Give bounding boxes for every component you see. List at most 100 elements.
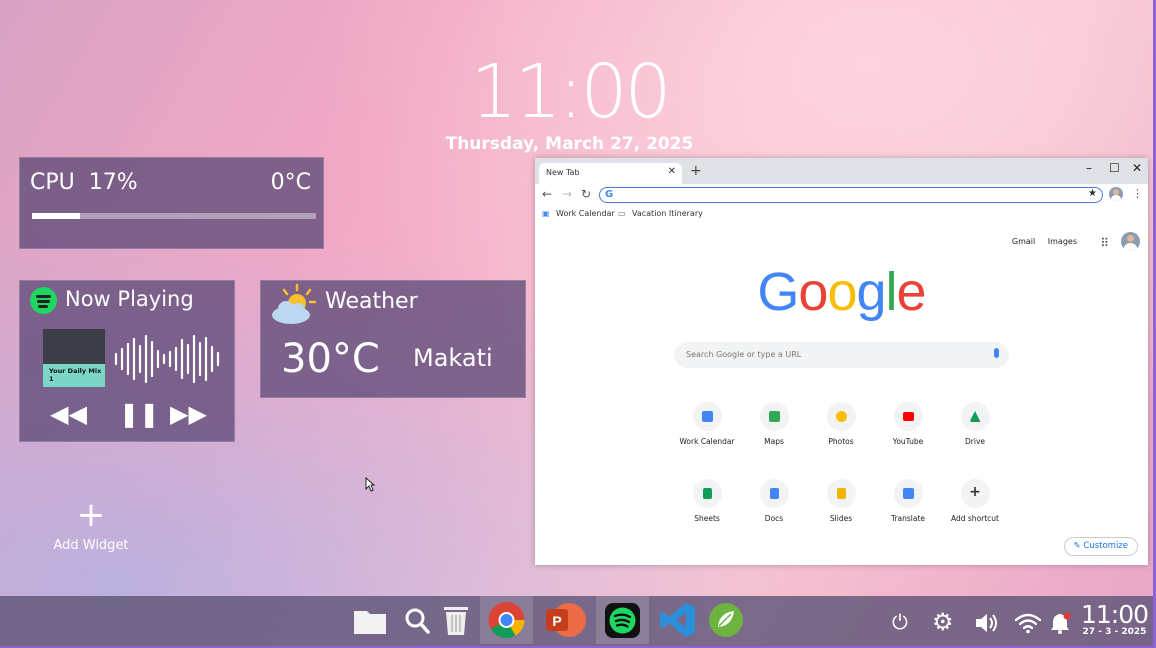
taskbar-clock[interactable]: 11:00 27 - 3 - 2025 [1080, 600, 1149, 637]
chrome-window[interactable]: New Tab ✕ + – ☐ ✕ ← → ↻ G ★ ⋮ ▣ Work Cal… [535, 158, 1148, 565]
close-window-button[interactable]: ✕ [1132, 161, 1142, 175]
shortcut-docs[interactable]: Docs [739, 479, 809, 523]
now-playing-widget[interactable]: Now Playing Your Daily Mix 1 ◀◀ ❚❚ ▶▶ [19, 280, 235, 442]
power-icon[interactable]: ⏻ [892, 610, 908, 634]
bookmark-work-calendar[interactable]: Work Calendar [556, 209, 615, 218]
profile-avatar[interactable] [1109, 187, 1123, 201]
search-placeholder: Search Google or type a URL [686, 350, 802, 359]
mouse-cursor-icon [365, 477, 375, 492]
weather-city: Makati [413, 344, 493, 372]
forward-button[interactable]: → [562, 187, 572, 201]
address-bar[interactable]: G ★ [599, 187, 1103, 203]
plus-icon: + [76, 495, 106, 535]
spring-icon[interactable] [705, 596, 747, 644]
weather-widget[interactable]: Weather 30°C Makati [260, 280, 526, 398]
shortcut-label: Slides [829, 514, 853, 523]
next-track-button[interactable]: ▶▶ [170, 400, 207, 428]
add-widget-button[interactable]: + Add Widget [45, 498, 137, 553]
drive-icon [969, 411, 981, 422]
photos-icon [835, 411, 847, 422]
calendar-icon [701, 411, 713, 422]
plus-icon: + [969, 484, 981, 500]
sheets-icon [702, 488, 712, 499]
new-tab-button[interactable]: + [690, 163, 702, 179]
taskbar: P ⏻ ⚙ 11:00 27 - 3 - 2025 [0, 596, 1156, 648]
spotify-icon[interactable] [596, 596, 649, 644]
shortcut-label: Work Calendar [679, 437, 735, 446]
shortcut-translate[interactable]: Translate [873, 479, 943, 523]
tab-new-tab[interactable]: New Tab ✕ [539, 163, 682, 184]
close-tab-icon[interactable]: ✕ [668, 166, 676, 177]
taskbar-time: 11:00 [1080, 600, 1149, 629]
shortcut-label: YouTube [892, 437, 924, 446]
shortcut-add[interactable]: + Add shortcut [940, 479, 1010, 523]
shortcut-label: Translate [890, 514, 926, 523]
shortcut-label: Drive [965, 437, 985, 446]
shortcut-work-calendar[interactable]: Work Calendar [672, 402, 742, 446]
tab-bar: New Tab ✕ + – ☐ ✕ [535, 158, 1148, 184]
volume-icon[interactable] [974, 612, 1000, 634]
shortcut-slides[interactable]: Slides [806, 479, 876, 523]
files-icon[interactable] [350, 596, 390, 644]
chrome-icon[interactable] [480, 596, 533, 644]
customize-button[interactable]: ✎ Customize [1063, 537, 1138, 556]
google-logo: Google [757, 262, 926, 322]
cpu-percent: 17% [88, 170, 138, 195]
weather-title: Weather [325, 289, 418, 314]
shortcut-label: Photos [828, 437, 854, 446]
spotify-icon [30, 287, 57, 314]
microphone-icon[interactable] [994, 348, 999, 358]
chrome-menu-icon[interactable]: ⋮ [1132, 187, 1143, 200]
navigation-bar: ← → ↻ G ★ ⋮ [535, 184, 1148, 206]
cpu-label-text: CPU [30, 170, 75, 195]
slides-icon [836, 488, 846, 499]
shortcut-label: Docs [764, 514, 784, 523]
shortcut-label: Add shortcut [951, 514, 999, 523]
desktop-clock: 11:00 [470, 49, 671, 135]
notification-icon[interactable] [1049, 611, 1073, 635]
google-g-icon: G [605, 189, 614, 200]
svg-text:P: P [552, 613, 561, 629]
cpu-usage-bar [32, 213, 316, 219]
bookmarks-bar: ▣ Work Calendar ▭ Vacation Itinerary [535, 206, 1148, 224]
pause-button[interactable]: ❚❚ [119, 400, 159, 428]
desktop-date: Thursday, March 27, 2025 [445, 134, 694, 154]
google-apps-icon[interactable]: ⠿ [1100, 236, 1109, 250]
maximize-button[interactable]: ☐ [1109, 161, 1120, 175]
images-link[interactable]: Images [1048, 237, 1077, 246]
shortcut-photos[interactable]: Photos [806, 402, 876, 446]
wifi-icon[interactable] [1014, 612, 1042, 634]
search-icon[interactable] [398, 596, 436, 644]
gmail-link[interactable]: Gmail [1012, 237, 1035, 246]
album-cover[interactable]: Your Daily Mix 1 [43, 329, 105, 387]
translate-icon [902, 488, 914, 499]
shortcut-sheets[interactable]: Sheets [672, 479, 742, 523]
powerpoint-icon[interactable]: P [539, 596, 591, 644]
shortcut-drive[interactable]: Drive [940, 402, 1010, 446]
cpu-usage-fill [32, 213, 81, 219]
google-search-box[interactable]: Search Google or type a URL [674, 342, 1009, 368]
weather-temperature: 30°C [281, 336, 380, 382]
tab-title: New Tab [546, 168, 580, 177]
customize-label: Customize [1083, 541, 1128, 551]
partly-cloudy-icon [272, 283, 317, 324]
bookmark-vacation-itinerary[interactable]: Vacation Itinerary [632, 209, 703, 218]
cpu-widget[interactable]: CPU 17% 0°C [19, 157, 324, 249]
previous-track-button[interactable]: ◀◀ [50, 400, 87, 428]
vscode-icon[interactable] [655, 596, 701, 644]
bookmark-star-icon[interactable]: ★ [1088, 188, 1097, 199]
trash-icon[interactable] [438, 596, 474, 644]
minimize-button[interactable]: – [1086, 161, 1092, 175]
shortcut-youtube[interactable]: YouTube [873, 402, 943, 446]
reload-button[interactable]: ↻ [581, 187, 591, 201]
add-widget-label: Add Widget [53, 538, 129, 553]
shortcut-maps[interactable]: Maps [739, 402, 809, 446]
back-button[interactable]: ← [542, 187, 552, 201]
shortcut-label: Sheets [694, 514, 720, 523]
google-account-avatar[interactable] [1121, 232, 1140, 251]
now-playing-title: Now Playing [65, 287, 194, 311]
taskbar-date: 27 - 3 - 2025 [1082, 627, 1147, 637]
cpu-temperature: 0°C [270, 170, 311, 195]
settings-icon[interactable]: ⚙ [932, 608, 954, 636]
google-top-links: Gmail Images [1002, 237, 1077, 246]
